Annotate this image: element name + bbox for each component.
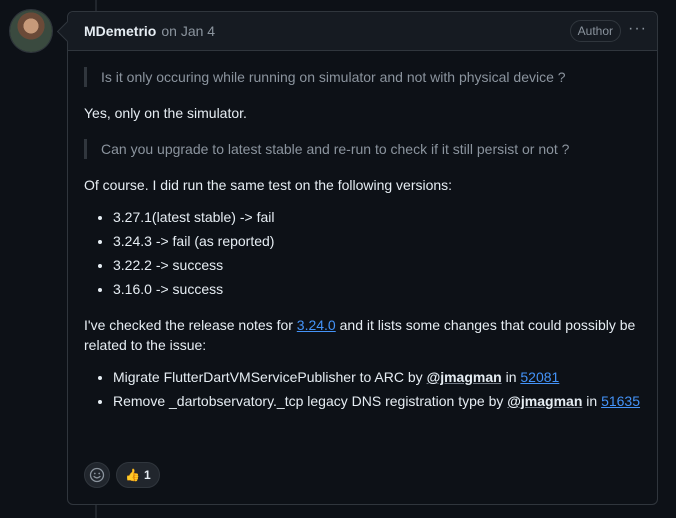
avatar[interactable] [10,10,52,52]
list-item: Migrate FlutterDartVMServicePublisher to… [113,367,641,387]
list-item: Remove _dartobservatory._tcp legacy DNS … [113,391,641,411]
author-badge: Author [569,20,621,42]
text: in [582,393,602,409]
list-item: 3.24.3 -> fail (as reported) [113,231,641,251]
thumbs-up-icon: 👍 [125,468,140,482]
release-notes-link[interactable]: 3.24.0 [297,317,336,333]
blockquote: Is it only occuring while running on sim… [84,67,641,87]
pr-link[interactable]: 51635 [601,393,640,409]
paragraph: Of course. I did run the same test on th… [84,177,453,193]
comment-card: MDemetrio on Jan 4 Author ··· Is it only… [67,11,658,505]
blockquote: Can you upgrade to latest stable and re-… [84,139,641,159]
thumbs-up-reaction-button[interactable]: 👍 1 [116,462,160,488]
paragraph: I've checked the release notes for 3.24.… [84,315,641,355]
add-reaction-button[interactable] [84,462,110,488]
list-item: 3.22.2 -> success [113,255,641,275]
version-list: 3.27.1(latest stable) -> fail 3.24.3 -> … [84,207,641,299]
paragraph: Yes, only on the simulator. [84,105,247,121]
pr-link[interactable]: 52081 [520,369,559,385]
reactions-bar: 👍 1 [84,462,160,488]
text: in [501,369,521,385]
list-item: 3.27.1(latest stable) -> fail [113,207,641,227]
changes-list: Migrate FlutterDartVMServicePublisher to… [84,367,641,411]
text: I've checked the release notes for [84,317,297,333]
author-name[interactable]: MDemetrio [84,23,156,39]
reaction-count: 1 [143,468,151,482]
comment-body: Is it only occuring while running on sim… [68,51,657,411]
smiley-icon [89,467,105,483]
text: Migrate FlutterDartVMServicePublisher to… [113,369,427,385]
user-mention[interactable]: @jmagman [427,369,502,385]
kebab-icon[interactable]: ··· [628,19,647,39]
list-item: 3.16.0 -> success [113,279,641,299]
text: Remove _dartobservatory._tcp legacy DNS … [113,393,508,409]
comment-timestamp[interactable]: on Jan 4 [161,23,215,39]
comment-header: MDemetrio on Jan 4 Author ··· [68,12,657,51]
user-mention[interactable]: @jmagman [507,393,582,409]
